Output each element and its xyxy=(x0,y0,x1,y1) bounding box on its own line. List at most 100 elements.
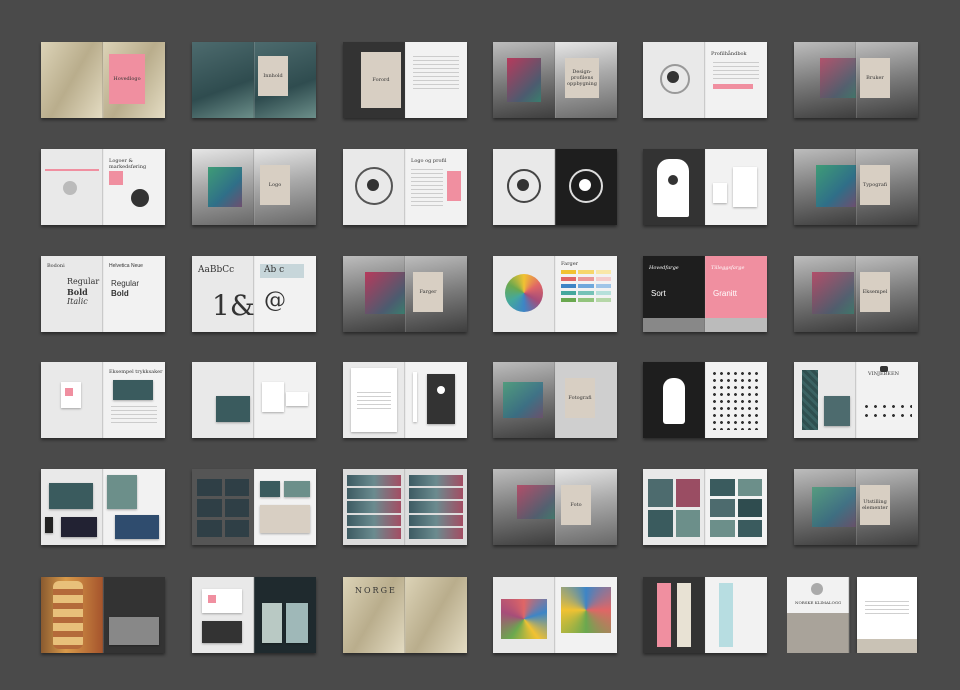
spread-page-left: Forord xyxy=(343,42,405,118)
spread-page-right xyxy=(405,362,467,438)
title-panel: Forord xyxy=(361,52,401,108)
spread-page-right: Logo xyxy=(254,149,316,225)
specimen-alphabet: AaBbCc xyxy=(198,265,235,275)
spread-page-left xyxy=(794,469,856,545)
spread-17: Hovedfarge Sort Tilleggsfarge Granitt xyxy=(643,256,767,332)
illustration-card xyxy=(262,603,282,643)
card-mockup xyxy=(262,382,284,412)
title-panel: Hovedlogo xyxy=(109,54,145,104)
logo-emblem-icon xyxy=(668,175,678,185)
notebook-mockup xyxy=(427,374,455,424)
spread-page-right xyxy=(405,42,467,118)
page-title: Logoer & markedsføring xyxy=(109,158,147,170)
logo-emblem-icon xyxy=(811,583,823,595)
title-panel: Bruker xyxy=(860,58,890,98)
body-text xyxy=(111,406,157,426)
photo-thumb xyxy=(284,481,310,497)
body-text xyxy=(411,169,443,209)
spread-page-left xyxy=(343,149,405,225)
spread-28: Foto xyxy=(493,469,617,545)
logo-emblem-icon xyxy=(667,71,679,83)
screen-mockup xyxy=(216,396,250,422)
brochure-back xyxy=(857,577,917,653)
spread-14: AaBbCc 1& Ab c @ xyxy=(192,256,316,332)
color-swatches xyxy=(561,270,611,305)
spread-4: Design-profilens oppbygning xyxy=(493,42,617,118)
body-text xyxy=(357,392,391,412)
spread-page-left xyxy=(343,469,405,545)
logo-emblem-icon xyxy=(517,179,529,191)
spread-page-right xyxy=(103,577,165,653)
spread-18: Eksempel xyxy=(794,256,918,332)
spread-page-right xyxy=(705,469,767,545)
spread-page-left xyxy=(493,42,555,118)
spread-page-left xyxy=(41,469,103,545)
highlight-bar xyxy=(713,84,753,89)
pattern-panel xyxy=(802,370,818,430)
spread-26 xyxy=(192,469,316,545)
color-overlay xyxy=(820,58,856,98)
rollup-banner xyxy=(657,583,671,647)
spread-page-right: Logo og profil xyxy=(405,149,467,225)
spread-34 xyxy=(493,577,617,653)
logo-emblem-icon xyxy=(367,179,379,191)
spread-21 xyxy=(343,362,467,438)
spread-page-right: Tilleggsfarge Granitt xyxy=(705,256,767,332)
spread-2: Innhold xyxy=(192,42,316,118)
spread-8: Logo xyxy=(192,149,316,225)
panel-title: Forord xyxy=(372,77,390,83)
page-title: Farger xyxy=(561,261,579,267)
panel-title: Logo xyxy=(268,182,282,188)
spread-6: Bruker xyxy=(794,42,918,118)
color-name: Sort xyxy=(651,289,666,298)
photo-thumb xyxy=(113,380,153,400)
spread-page-right xyxy=(254,362,316,438)
spread-page-left xyxy=(493,256,555,332)
spread-page-right xyxy=(254,469,316,545)
social-tiles xyxy=(197,479,249,537)
panel-title: Design-profilens oppbygning xyxy=(567,69,597,87)
collage xyxy=(501,599,547,639)
spread-3: Forord xyxy=(343,42,467,118)
cup-mockup xyxy=(713,183,727,203)
phone-mockup xyxy=(45,517,53,533)
brochure-title: NORSKE KLIMALOGG xyxy=(795,600,842,605)
page-title: Logo og profil xyxy=(411,158,447,164)
photo-grid xyxy=(710,479,762,537)
logo-emblem-icon xyxy=(437,386,445,394)
spread-page-right: Logoer & markedsføring xyxy=(103,149,165,225)
banner-strips xyxy=(347,475,401,540)
spread-page-right xyxy=(405,469,467,545)
spread-page-right xyxy=(705,149,767,225)
spread-page-right: Bruker xyxy=(856,42,918,118)
screen-mockup xyxy=(115,515,159,539)
specimen-italic: Italic xyxy=(67,297,88,306)
footer-band xyxy=(857,639,917,653)
page-title: Eksempel trykksaker xyxy=(109,369,163,375)
web-page-mockup xyxy=(107,475,137,509)
laptop-mockup xyxy=(49,483,93,509)
panel-title: Fotografi xyxy=(568,395,592,401)
panel-title: Foto xyxy=(570,502,582,508)
body-text xyxy=(713,62,759,80)
spread-page-left xyxy=(41,149,103,225)
spread-page-left xyxy=(493,362,555,438)
specimen-bold: Bold xyxy=(111,289,129,298)
spread-page-left xyxy=(794,42,856,118)
spread-page-left xyxy=(493,577,555,653)
spread-page-left xyxy=(192,362,254,438)
spread-page-right xyxy=(555,577,617,653)
specimen-glyphs: Ab c xyxy=(264,265,285,275)
spread-page-right: Fotografi xyxy=(555,362,617,438)
spread-page-right: Farger xyxy=(555,256,617,332)
photo-grid xyxy=(648,479,700,537)
spread-page-right: Eksempel trykksaker xyxy=(103,362,165,438)
spread-page-right xyxy=(705,577,767,653)
highlight-block xyxy=(208,595,216,603)
spread-page-right xyxy=(405,577,467,653)
spread-19: Eksempel trykksaker xyxy=(41,362,165,438)
spread-23 xyxy=(643,362,767,438)
color-overlay xyxy=(365,272,405,314)
spread-9: Logo og profil xyxy=(343,149,467,225)
spread-page-left xyxy=(794,149,856,225)
